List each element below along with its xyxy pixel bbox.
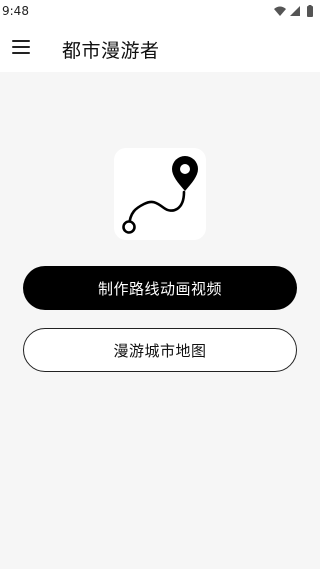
- explore-city-map-button[interactable]: 漫游城市地图: [23, 328, 297, 372]
- app-title: 都市漫游者: [62, 40, 160, 62]
- menu-icon[interactable]: [12, 40, 30, 54]
- status-time: 9:48: [2, 4, 29, 18]
- route-pin-icon: [122, 156, 198, 234]
- status-icons: [274, 5, 313, 17]
- make-route-video-label: 制作路线动画视频: [97, 279, 222, 298]
- make-route-video-button[interactable]: 制作路线动画视频: [23, 266, 297, 310]
- status-bar: 9:48: [0, 0, 320, 24]
- app-logo: [114, 148, 206, 240]
- app-bar: 都市漫游者: [0, 24, 320, 72]
- explore-city-map-label: 漫游城市地图: [113, 341, 207, 360]
- wifi-icon: [274, 6, 286, 16]
- battery-icon: [307, 5, 313, 17]
- signal-icon: [290, 6, 300, 16]
